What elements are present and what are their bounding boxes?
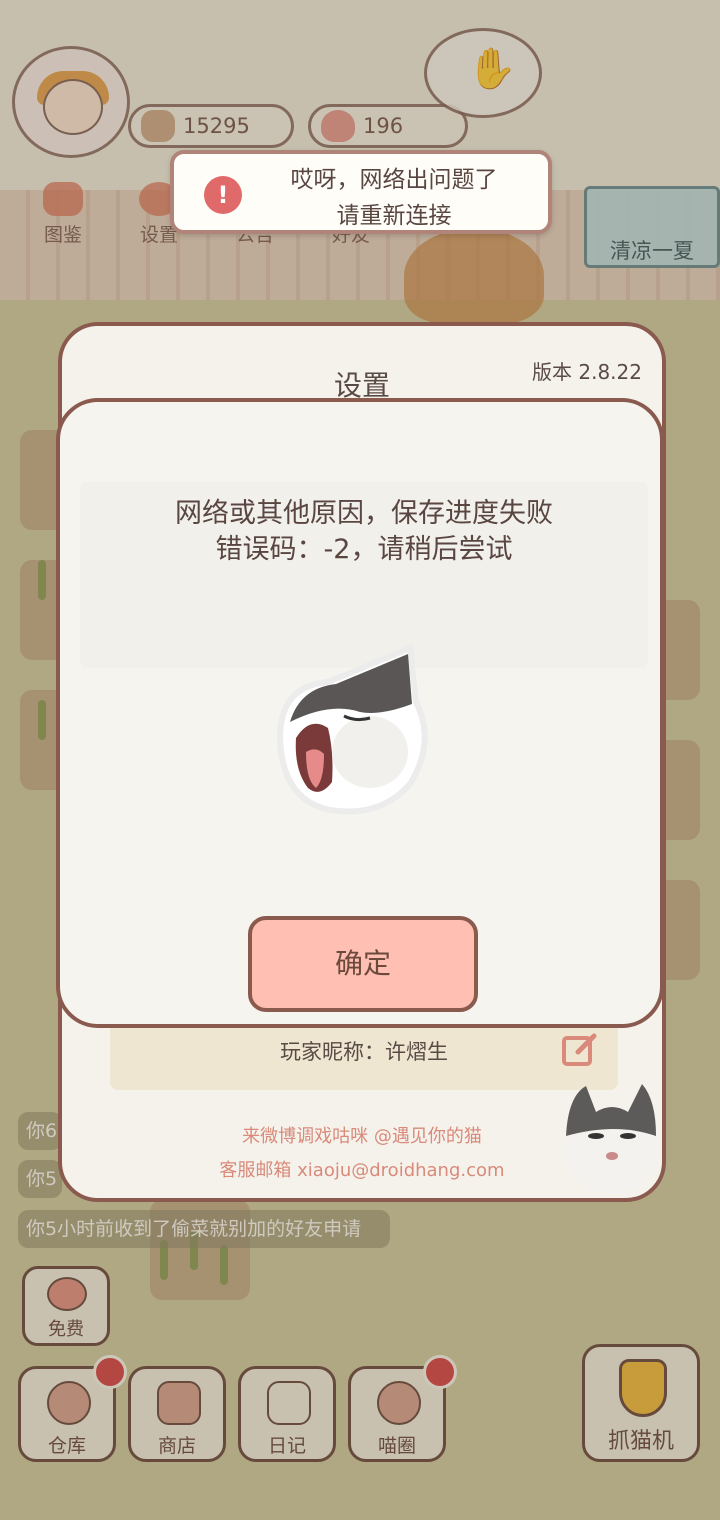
toast-subtitle: 请重新连接	[336, 203, 452, 229]
nickname-label: 玩家昵称：许熠生	[280, 1040, 448, 1064]
yawning-cat-image	[276, 643, 428, 815]
error-dialog: 网络或其他原因，保存进度失败 错误码：-2，请稍后尝试 确定	[56, 398, 664, 1028]
network-error-toast: ! 哎呀，网络出问题了 请重新连接	[170, 150, 552, 234]
grey-cat-image	[556, 1066, 660, 1196]
edit-icon[interactable]	[560, 1030, 600, 1070]
version-label: 版本 2.8.22	[532, 360, 642, 384]
error-message-line: 网络或其他原因，保存进度失败	[175, 498, 553, 529]
confirm-button[interactable]: 确定	[248, 916, 478, 1012]
toast-title: 哎呀，网络出问题了	[290, 167, 498, 193]
error-message-box: 网络或其他原因，保存进度失败 错误码：-2，请稍后尝试	[80, 482, 648, 668]
error-code-line: 错误码：-2，请稍后尝试	[215, 534, 513, 565]
